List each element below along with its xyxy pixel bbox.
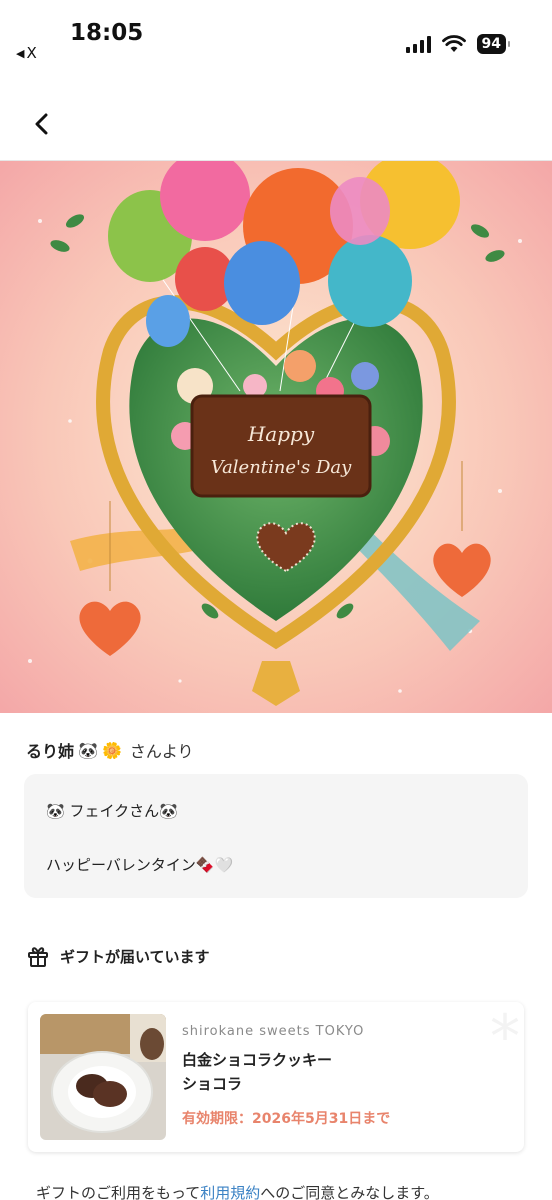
sender-suffix: さんより bbox=[129, 742, 194, 761]
svg-text:Valentine's Day: Valentine's Day bbox=[211, 457, 352, 478]
svg-text:Happy: Happy bbox=[247, 422, 315, 446]
back-button[interactable] bbox=[22, 104, 62, 144]
terms-prefix: ギフトのご利用をもって bbox=[36, 1184, 201, 1200]
terms-suffix: へのご同意とみなします。 bbox=[260, 1184, 439, 1200]
return-app-label: X bbox=[26, 44, 37, 62]
panda-emoji-icon: 🐼 bbox=[159, 802, 178, 820]
message-recipient: フェイクさん bbox=[69, 802, 160, 820]
gift-icon bbox=[28, 947, 48, 967]
expiry-date: 有効期限：2026年5月31日まで bbox=[182, 1111, 391, 1127]
status-bar: 18:05 ◀ X 94 bbox=[0, 0, 552, 70]
flower-emoji-icon: 🌼 bbox=[101, 740, 122, 760]
chocolate-emoji-icon: 🍫 bbox=[195, 856, 215, 874]
return-to-app[interactable]: ◀ X bbox=[16, 44, 37, 62]
message-greeting: ハッピーバレンタイン bbox=[46, 856, 196, 874]
battery-icon: 94 bbox=[476, 34, 511, 54]
chevron-left-icon bbox=[35, 113, 48, 135]
status-indicators: 94 bbox=[405, 34, 511, 54]
product-photo bbox=[40, 1014, 166, 1140]
gift-card[interactable]: * shirokane sweets TOKYO 白金ショコラクッキー ショコラ… bbox=[28, 1002, 524, 1152]
asterisk-watermark-icon: * bbox=[490, 1002, 520, 1072]
wifi-icon bbox=[441, 35, 466, 52]
panda-emoji-icon: 🐼 bbox=[46, 802, 65, 820]
product-name-line-1: 白金ショコラクッキー bbox=[182, 1051, 333, 1069]
message-line-1: 🐼 フェイクさん🐼 bbox=[46, 800, 178, 821]
brand-name: shirokane sweets TOKYO bbox=[182, 1024, 365, 1039]
signal-icon bbox=[405, 35, 431, 53]
sender-line: るり姉 🐼 🌼 さんより bbox=[26, 738, 194, 762]
terms-notice: ギフトのご利用をもって利用規約へのご同意とみなします。 bbox=[36, 1182, 439, 1200]
panda-emoji-icon: 🐼 bbox=[78, 740, 98, 760]
status-time: 18:05 bbox=[70, 20, 144, 46]
gift-message-screen: 18:05 ◀ X 94 Happy Valentine's Day るり姉 🐼… bbox=[0, 0, 552, 1200]
product-name-line-2: ショコラ bbox=[182, 1075, 243, 1093]
message-line-2: ハッピーバレンタイン🍫🤍 bbox=[46, 854, 233, 875]
product-name: 白金ショコラクッキー ショコラ bbox=[182, 1048, 332, 1096]
terms-link[interactable]: 利用規約 bbox=[200, 1184, 260, 1200]
gift-heading-label: ギフトが届いています bbox=[60, 947, 210, 966]
back-triangle-icon: ◀ bbox=[16, 46, 25, 60]
message-box: 🐼 フェイクさん🐼 ハッピーバレンタイン🍫🤍 bbox=[24, 774, 528, 898]
gift-heading: ギフトが届いています bbox=[26, 944, 210, 968]
white-heart-emoji-icon: 🤍 bbox=[214, 856, 234, 874]
valentine-card-image: Happy Valentine's Day bbox=[0, 161, 552, 713]
sender-name: るり姉 bbox=[26, 742, 75, 761]
